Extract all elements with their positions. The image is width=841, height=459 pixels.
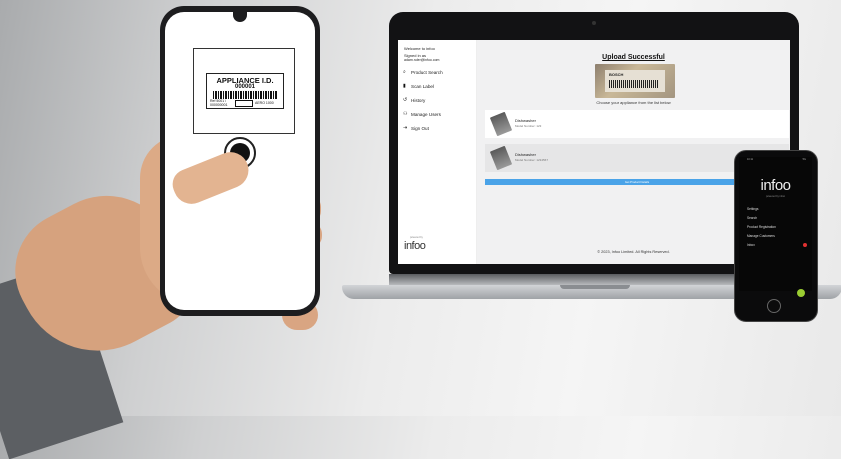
nav-manage-users[interactable]: ⚇ Manage Users [403, 111, 441, 118]
result-card[interactable]: Dishwasher Model Number: 123 [485, 110, 789, 138]
fab-button[interactable] [797, 289, 805, 297]
status-time: 10:11 [747, 158, 754, 161]
mobile-subtitle: powered by infoo [765, 195, 786, 198]
mobile-screen: 10:11 5G infoo powered by infoo Settings… [739, 157, 812, 297]
menu-item-manage-customers[interactable]: Manage Customers [747, 234, 775, 238]
nav-product-search[interactable]: ⌕ Product Search [403, 69, 443, 76]
nav-label: History [411, 98, 426, 103]
phone-icon: ▮ [403, 83, 406, 89]
welcome-text: Welcome to infoo [404, 46, 435, 51]
signout-icon: ⇥ [403, 125, 408, 131]
menu-item-inbox[interactable]: Inbox [747, 243, 755, 247]
dishwasher-thumbnail [489, 111, 513, 137]
brand-logo: infoo [404, 240, 426, 252]
menu-item-search[interactable]: Search [747, 216, 757, 220]
result-model: Model Number: 1234567 [515, 158, 549, 162]
label-right-text: AERO 1000 [255, 101, 274, 105]
result-name: Dishwasher [515, 152, 536, 157]
label-code: 000001 [234, 84, 256, 90]
home-button[interactable] [767, 299, 781, 313]
label-left-text: Ref 5001 / 000000001 [210, 99, 228, 107]
brand-tagline: powered by [410, 236, 423, 239]
laptop-notch [560, 285, 630, 289]
result-model: Model Number: 123 [515, 124, 542, 128]
mobile-phone: 10:11 5G infoo powered by infoo Settings… [734, 150, 818, 322]
result-name: Dishwasher [515, 118, 536, 123]
nav-label: Sign Out [411, 126, 429, 131]
nav-label: Manage Users [411, 112, 441, 117]
instruction-text: Choose your appliance from the list belo… [596, 100, 671, 105]
appliance-label: APPLIANCE I.D. 000001 Ref 5001 / 0000000… [206, 73, 284, 109]
dishwasher-thumbnail [489, 145, 513, 171]
label-box [235, 100, 253, 107]
mobile-logo: infoo [760, 177, 791, 194]
photo-brand: BOSCH [609, 72, 624, 77]
webcam [592, 21, 596, 25]
menu-item-settings[interactable]: Settings [747, 207, 759, 211]
nav-label: Product Search [411, 70, 443, 75]
users-icon: ⚇ [403, 111, 408, 117]
laptop-screen: Welcome to infoo Signed in as adam.ruler… [398, 40, 790, 264]
user-email: adam.ruler@infoo.com [404, 58, 440, 62]
phone-notch [233, 12, 247, 22]
menu-item-product-registration[interactable]: Product Registration [747, 225, 776, 229]
notification-badge [803, 243, 807, 247]
nav-history[interactable]: ↺ History [403, 97, 426, 104]
nav-label: Scan Label [411, 84, 434, 89]
history-icon: ↺ [403, 97, 408, 103]
search-icon: ⌕ [403, 69, 406, 75]
page-title: Upload Successful [602, 54, 665, 61]
nav-sign-out[interactable]: ⇥ Sign Out [403, 125, 429, 132]
sidebar: Welcome to infoo Signed in as adam.ruler… [398, 40, 477, 264]
nav-scan-label[interactable]: ▮ Scan Label [403, 83, 434, 90]
photo-barcode [609, 80, 659, 88]
uploaded-photo: BOSCH [595, 64, 675, 98]
status-signal: 5G [802, 158, 806, 161]
barcode [213, 91, 277, 99]
camera-viewfinder: APPLIANCE I.D. 000001 Ref 5001 / 0000000… [193, 48, 295, 134]
